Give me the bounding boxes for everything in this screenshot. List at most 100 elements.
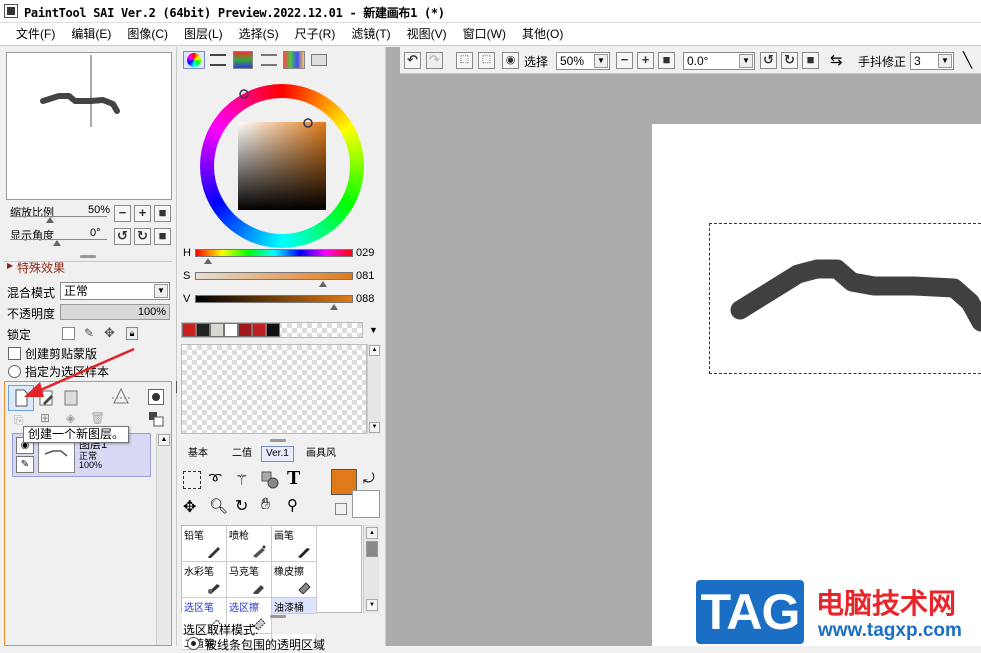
stabilizer-combo[interactable]: 3 ▼: [910, 52, 954, 70]
color-swatch[interactable]: [252, 323, 266, 337]
color-wheel-tab[interactable]: [183, 51, 205, 69]
hue-slider-thumb[interactable]: [203, 258, 212, 264]
brush-slot[interactable]: 马克笔: [227, 562, 272, 598]
brush-label: 水彩笔: [184, 567, 214, 578]
brush-slot[interactable]: 喷枪: [227, 526, 272, 562]
color-swatch[interactable]: [266, 323, 280, 337]
color-wheel[interactable]: [197, 81, 367, 251]
swap-colors-icon[interactable]: ⤾: [363, 470, 375, 487]
color-swatch[interactable]: [238, 323, 252, 337]
canvas-zoom-reset-button[interactable]: ■: [658, 52, 675, 69]
tab-basic[interactable]: 基本: [183, 446, 213, 462]
mixer-tab[interactable]: [261, 54, 277, 66]
menu-layer[interactable]: 图层(L): [176, 23, 231, 46]
color-scratchpad[interactable]: [181, 344, 367, 434]
scratchpad-tab[interactable]: [311, 54, 327, 66]
zoom-tool-icon[interactable]: 🔍︎: [209, 497, 228, 515]
panel-grip[interactable]: [270, 615, 286, 618]
magic-wand-icon[interactable]: ⚚: [235, 471, 248, 489]
undo-button[interactable]: ↶: [404, 52, 421, 69]
value-slider-thumb[interactable]: [330, 304, 339, 310]
panel-grip[interactable]: [270, 439, 286, 442]
menu-other[interactable]: 其他(O): [514, 23, 571, 46]
brush-slot[interactable]: 油漆桶: [272, 598, 317, 614]
airbrush-icon: [253, 545, 266, 558]
brush-slot[interactable]: 橡皮擦: [272, 562, 317, 598]
show-selection-eye-icon[interactable]: ◉: [502, 52, 519, 69]
lasso-icon[interactable]: ➰︎: [209, 471, 221, 488]
menu-select[interactable]: 选择(S): [231, 23, 287, 46]
rect-select-icon[interactable]: [183, 471, 201, 489]
swatch-menu-icon[interactable]: ▼: [369, 325, 378, 335]
menu-ruler[interactable]: 尺子(R): [287, 23, 344, 46]
brush-slot[interactable]: 画笔: [272, 526, 317, 562]
scroll-down-icon[interactable]: ▼: [366, 599, 378, 611]
canvas-rotate-left-button[interactable]: ↺: [760, 52, 777, 69]
selection-label: 选择: [524, 55, 549, 69]
scratchpad-scrollbar[interactable]: ▲ ▼: [367, 344, 381, 434]
canvas-rotate-reset-button[interactable]: ■: [802, 52, 819, 69]
hsv-sliders-tab[interactable]: [233, 51, 253, 69]
watermark-url: www.tagxp.com: [818, 620, 962, 641]
tab-drawing-style[interactable]: 画具风: [301, 446, 341, 462]
saturation-slider-thumb[interactable]: [318, 281, 327, 287]
color-swatch[interactable]: [224, 323, 238, 337]
eyedropper-icon[interactable]: ⚲: [287, 496, 298, 514]
saturation-slider[interactable]: [195, 272, 353, 280]
deselect-button[interactable]: ⬚: [456, 52, 473, 69]
color-swatch[interactable]: [210, 323, 224, 337]
stabilizer-label: 手抖修正: [858, 55, 907, 69]
color-swatch[interactable]: [196, 323, 210, 337]
scroll-down-icon[interactable]: ▼: [369, 422, 380, 433]
watermark-site-name: 电脑技术网: [816, 588, 957, 619]
move-tool-icon[interactable]: ✥: [183, 497, 196, 517]
brush-label: 选区笔: [184, 603, 214, 614]
swatch-tab[interactable]: [283, 51, 305, 69]
hand-tool-icon[interactable]: ✋︎: [261, 496, 270, 514]
tab-ver1[interactable]: Ver.1: [261, 446, 294, 462]
angle-combo[interactable]: 0.0° ▼: [683, 52, 755, 70]
layer-scrollbar[interactable]: ▲: [156, 433, 171, 645]
scroll-up-icon[interactable]: ▲: [369, 345, 380, 356]
canvas-zoom-out-button[interactable]: −: [616, 52, 633, 69]
s-label: S: [183, 270, 191, 282]
rotate-tool-icon[interactable]: ↻: [235, 496, 248, 516]
rgb-sliders-tab[interactable]: [210, 54, 226, 66]
flip-horizontal-icon[interactable]: ⇆: [830, 51, 843, 69]
scroll-up-icon[interactable]: ▲: [366, 527, 378, 539]
shape-tool-icon[interactable]: [261, 471, 279, 492]
middle-panel: H 029 S 081 V 088 ▼ ▲ ▼ 基本 二值 Ver.1 画具风 …: [177, 47, 385, 652]
watercolor-icon: [208, 584, 220, 594]
tag-logo: TAG: [696, 580, 804, 644]
scroll-up-icon[interactable]: ▲: [158, 434, 170, 446]
secondary-color-swatch[interactable]: [352, 490, 380, 518]
color-wheel-icon: [187, 53, 201, 67]
brush-scrollbar[interactable]: ▲ ▼: [363, 525, 379, 613]
redo-button[interactable]: ↷: [426, 52, 443, 69]
h-label: H: [183, 247, 191, 259]
brush-label: 画笔: [274, 531, 294, 542]
v-label: V: [183, 293, 191, 305]
selection-mode-radio[interactable]: [187, 637, 200, 650]
tab-binary[interactable]: 二值: [227, 446, 257, 462]
hue-slider[interactable]: [195, 249, 353, 257]
red-arrow-annotation: [24, 347, 135, 397]
text-tool-icon[interactable]: T: [287, 467, 300, 490]
line-tool-icon[interactable]: ╲: [963, 51, 972, 69]
color-swatch[interactable]: [182, 323, 196, 337]
transparent-color-icon[interactable]: [335, 503, 347, 515]
brush-label: 马克笔: [229, 567, 259, 578]
value-slider[interactable]: [195, 295, 353, 303]
menu-window[interactable]: 窗口(W): [455, 23, 514, 46]
canvas-zoom-in-button[interactable]: +: [637, 52, 654, 69]
menu-view[interactable]: 视图(V): [399, 23, 455, 46]
invert-selection-button[interactable]: ⬚: [478, 52, 495, 69]
canvas-rotate-right-button[interactable]: ↻: [781, 52, 798, 69]
brush-slot[interactable]: 铅笔: [182, 526, 227, 562]
brush-slot[interactable]: 水彩笔: [182, 562, 227, 598]
chevron-down-icon: ▼: [739, 54, 753, 68]
v-value: 088: [356, 293, 375, 305]
scroll-thumb[interactable]: [366, 541, 378, 557]
menu-filter[interactable]: 滤镜(T): [343, 23, 398, 46]
zoom-combo[interactable]: 50% ▼: [556, 52, 610, 70]
